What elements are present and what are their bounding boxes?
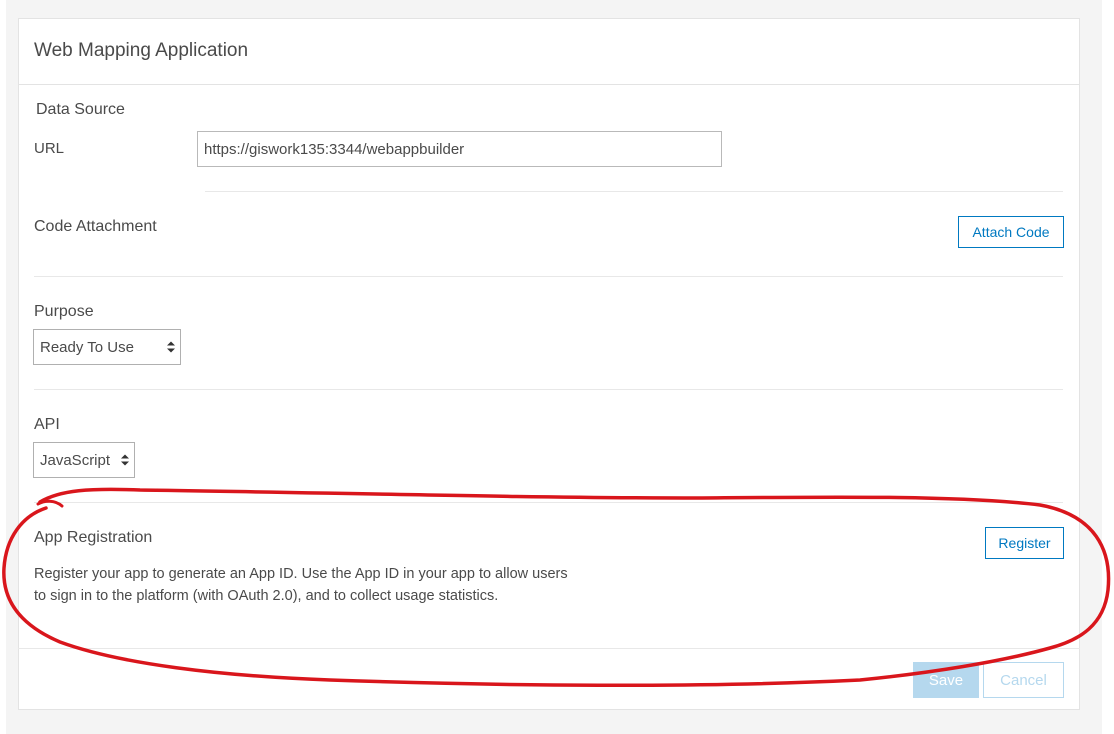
register-button[interactable]: Register	[985, 527, 1064, 559]
app-registration-label: App Registration	[34, 529, 153, 546]
data-source-heading: Data Source	[36, 101, 125, 118]
divider	[34, 502, 1063, 503]
api-label: API	[34, 416, 60, 433]
purpose-label: Purpose	[34, 303, 94, 320]
url-input[interactable]	[197, 131, 722, 167]
panel-header: Web Mapping Application	[19, 19, 1079, 85]
url-label: URL	[34, 140, 65, 157]
save-button[interactable]: Save	[913, 662, 979, 698]
panel-title: Web Mapping Application	[34, 40, 249, 61]
purpose-selected-value: Ready To Use	[40, 338, 134, 356]
select-arrows-icon	[121, 454, 129, 466]
description-line-2: to sign in to the platform (with OAuth 2…	[34, 588, 499, 604]
select-arrows-icon	[167, 341, 175, 353]
api-select[interactable]: JavaScript	[33, 442, 135, 478]
attach-code-button[interactable]: Attach Code	[958, 216, 1064, 248]
api-selected-value: JavaScript	[40, 451, 111, 469]
divider	[34, 389, 1063, 390]
code-attachment-label: Code Attachment	[34, 218, 157, 235]
app-registration-description: Register your app to generate an App ID.…	[34, 563, 568, 607]
cancel-button[interactable]: Cancel	[983, 662, 1064, 698]
divider	[34, 276, 1063, 277]
description-line-1: Register your app to generate an App ID.…	[34, 566, 568, 582]
purpose-select[interactable]: Ready To Use	[33, 329, 181, 365]
footer-divider	[18, 648, 1080, 649]
divider	[205, 191, 1063, 192]
